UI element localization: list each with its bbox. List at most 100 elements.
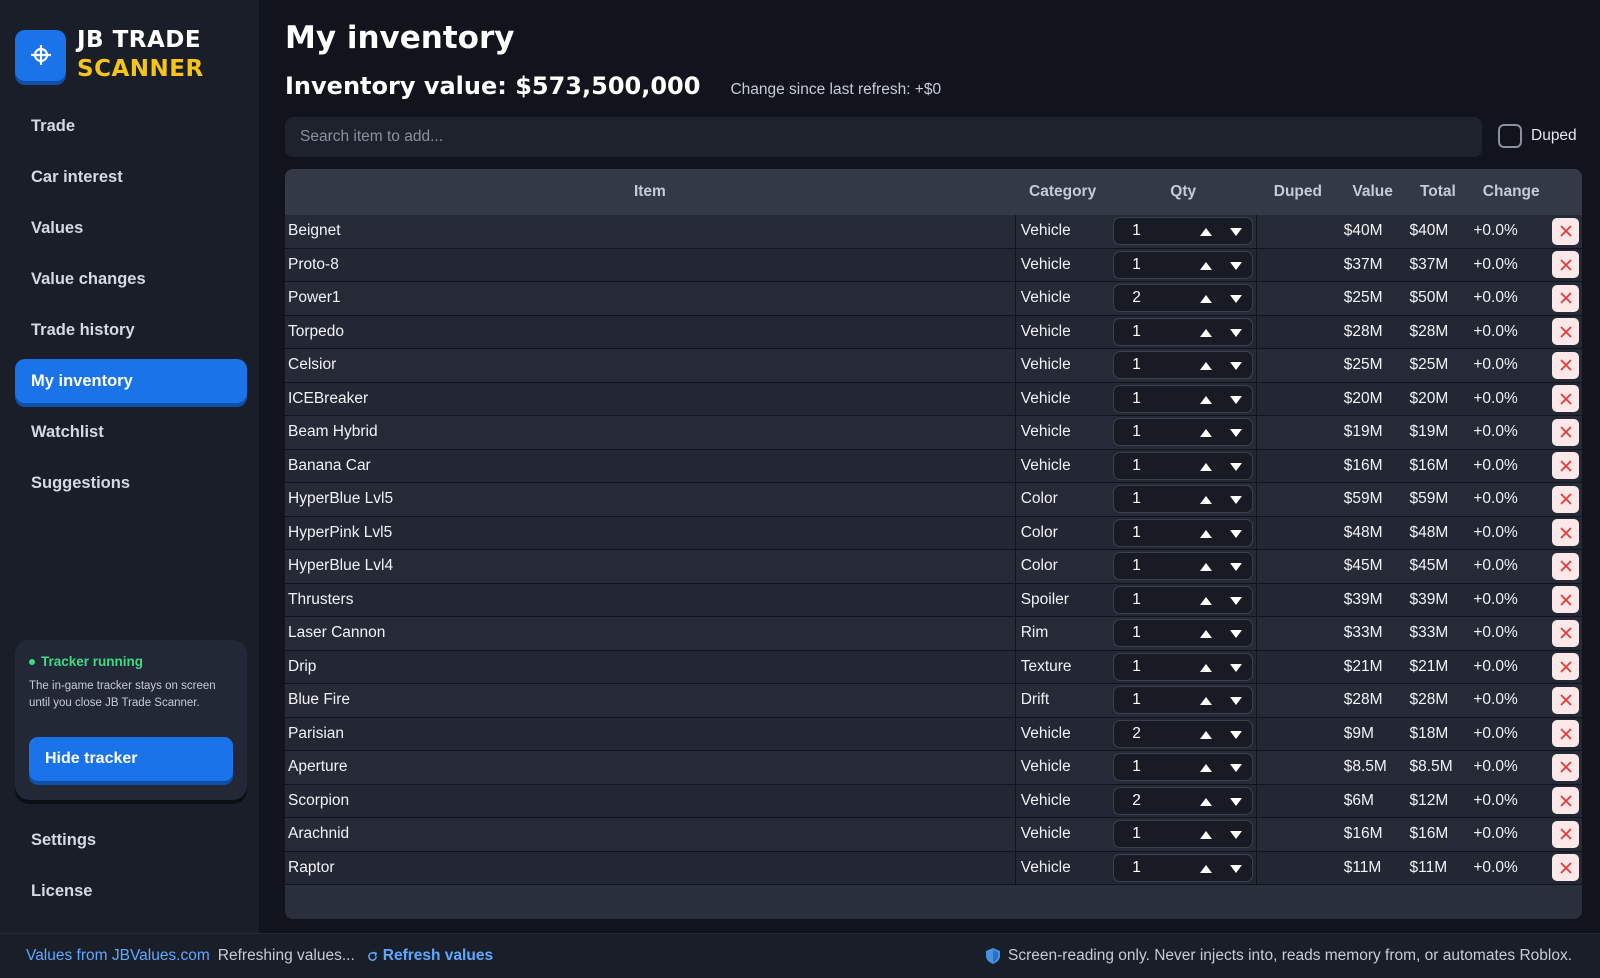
triangle-down-icon[interactable] (1226, 691, 1246, 711)
close-icon[interactable] (1552, 251, 1580, 279)
triangle-down-icon[interactable] (1226, 323, 1246, 343)
triangle-down-icon[interactable] (1226, 792, 1246, 812)
quantity-stepper[interactable]: 1 (1113, 853, 1254, 882)
triangle-up-icon[interactable] (1196, 490, 1216, 510)
qty-value[interactable]: 1 (1132, 423, 1141, 441)
quantity-stepper[interactable]: 1 (1113, 753, 1254, 782)
triangle-up-icon[interactable] (1196, 524, 1216, 544)
close-icon[interactable] (1552, 418, 1580, 446)
qty-value[interactable]: 1 (1132, 658, 1141, 676)
triangle-up-icon[interactable] (1196, 390, 1216, 410)
close-icon[interactable] (1552, 552, 1580, 580)
close-icon[interactable] (1552, 284, 1580, 312)
close-icon[interactable] (1552, 619, 1580, 647)
triangle-up-icon[interactable] (1196, 557, 1216, 577)
qty-value[interactable]: 1 (1132, 758, 1141, 776)
triangle-down-icon[interactable] (1226, 658, 1246, 678)
quantity-stepper[interactable]: 1 (1113, 485, 1254, 514)
refresh-values-button[interactable]: Refresh values (367, 947, 493, 965)
close-icon[interactable] (1552, 854, 1580, 882)
qty-value[interactable]: 1 (1132, 624, 1141, 642)
qty-value[interactable]: 1 (1132, 356, 1141, 374)
quantity-stepper[interactable]: 2 (1113, 719, 1254, 748)
header-total[interactable]: Total (1406, 183, 1471, 201)
triangle-down-icon[interactable] (1226, 390, 1246, 410)
triangle-up-icon[interactable] (1196, 691, 1216, 711)
quantity-stepper[interactable]: 1 (1113, 552, 1254, 581)
triangle-up-icon[interactable] (1196, 825, 1216, 845)
triangle-down-icon[interactable] (1226, 825, 1246, 845)
qty-value[interactable]: 2 (1132, 792, 1141, 810)
triangle-up-icon[interactable] (1196, 323, 1216, 343)
triangle-up-icon[interactable] (1196, 222, 1216, 242)
duped-checkbox[interactable] (1498, 124, 1522, 148)
close-icon[interactable] (1552, 787, 1580, 815)
sidebar-item-values[interactable]: Values (15, 206, 247, 250)
search-item-input[interactable] (285, 117, 1482, 157)
triangle-down-icon[interactable] (1226, 859, 1246, 879)
close-icon[interactable] (1552, 452, 1580, 480)
sidebar-item-suggestions[interactable]: Suggestions (15, 461, 247, 505)
header-value[interactable]: Value (1340, 183, 1406, 201)
qty-value[interactable]: 2 (1132, 289, 1141, 307)
qty-value[interactable]: 1 (1132, 323, 1141, 341)
qty-value[interactable]: 2 (1132, 725, 1141, 743)
quantity-stepper[interactable]: 1 (1113, 217, 1254, 246)
quantity-stepper[interactable]: 1 (1113, 418, 1254, 447)
quantity-stepper[interactable]: 1 (1113, 652, 1254, 681)
quantity-stepper[interactable]: 1 (1113, 686, 1254, 715)
triangle-down-icon[interactable] (1226, 591, 1246, 611)
quantity-stepper[interactable]: 2 (1113, 284, 1254, 313)
triangle-down-icon[interactable] (1226, 356, 1246, 376)
triangle-up-icon[interactable] (1196, 289, 1216, 309)
qty-value[interactable]: 1 (1132, 390, 1141, 408)
duped-filter[interactable]: Duped (1498, 124, 1577, 148)
qty-value[interactable]: 1 (1132, 825, 1141, 843)
close-icon[interactable] (1552, 720, 1580, 748)
triangle-down-icon[interactable] (1226, 490, 1246, 510)
sidebar-item-my-inventory[interactable]: My inventory (15, 359, 247, 403)
triangle-down-icon[interactable] (1226, 423, 1246, 443)
triangle-up-icon[interactable] (1196, 591, 1216, 611)
hide-tracker-button[interactable]: Hide tracker (29, 737, 233, 781)
close-icon[interactable] (1552, 318, 1580, 346)
sidebar-item-trade[interactable]: Trade (15, 104, 247, 148)
qty-value[interactable]: 1 (1132, 490, 1141, 508)
triangle-up-icon[interactable] (1196, 256, 1216, 276)
qty-value[interactable]: 1 (1132, 524, 1141, 542)
sidebar-item-value-changes[interactable]: Value changes (15, 257, 247, 301)
triangle-up-icon[interactable] (1196, 792, 1216, 812)
close-icon[interactable] (1552, 485, 1580, 513)
triangle-down-icon[interactable] (1226, 758, 1246, 778)
quantity-stepper[interactable]: 1 (1113, 820, 1254, 849)
qty-value[interactable]: 1 (1132, 859, 1141, 877)
close-icon[interactable] (1552, 586, 1580, 614)
header-qty[interactable]: Qty (1110, 183, 1256, 201)
qty-value[interactable]: 1 (1132, 591, 1141, 609)
sidebar-item-watchlist[interactable]: Watchlist (15, 410, 247, 454)
quantity-stepper[interactable]: 1 (1113, 619, 1254, 648)
qty-value[interactable]: 1 (1132, 691, 1141, 709)
close-icon[interactable] (1552, 753, 1580, 781)
quantity-stepper[interactable]: 1 (1113, 451, 1254, 480)
quantity-stepper[interactable]: 1 (1113, 518, 1254, 547)
triangle-up-icon[interactable] (1196, 423, 1216, 443)
sidebar-item-license[interactable]: License (15, 869, 247, 913)
triangle-up-icon[interactable] (1196, 356, 1216, 376)
header-change[interactable]: Change (1470, 183, 1552, 201)
triangle-down-icon[interactable] (1226, 256, 1246, 276)
close-icon[interactable] (1552, 820, 1580, 848)
triangle-up-icon[interactable] (1196, 758, 1216, 778)
triangle-down-icon[interactable] (1226, 222, 1246, 242)
quantity-stepper[interactable]: 1 (1113, 250, 1254, 279)
sidebar-item-settings[interactable]: Settings (15, 818, 247, 862)
triangle-down-icon[interactable] (1226, 524, 1246, 544)
qty-value[interactable]: 1 (1132, 557, 1141, 575)
triangle-up-icon[interactable] (1196, 859, 1216, 879)
triangle-up-icon[interactable] (1196, 457, 1216, 477)
qty-value[interactable]: 1 (1132, 457, 1141, 475)
close-icon[interactable] (1552, 217, 1580, 245)
header-category[interactable]: Category (1015, 169, 1111, 215)
quantity-stepper[interactable]: 2 (1113, 786, 1254, 815)
qty-value[interactable]: 1 (1132, 256, 1141, 274)
